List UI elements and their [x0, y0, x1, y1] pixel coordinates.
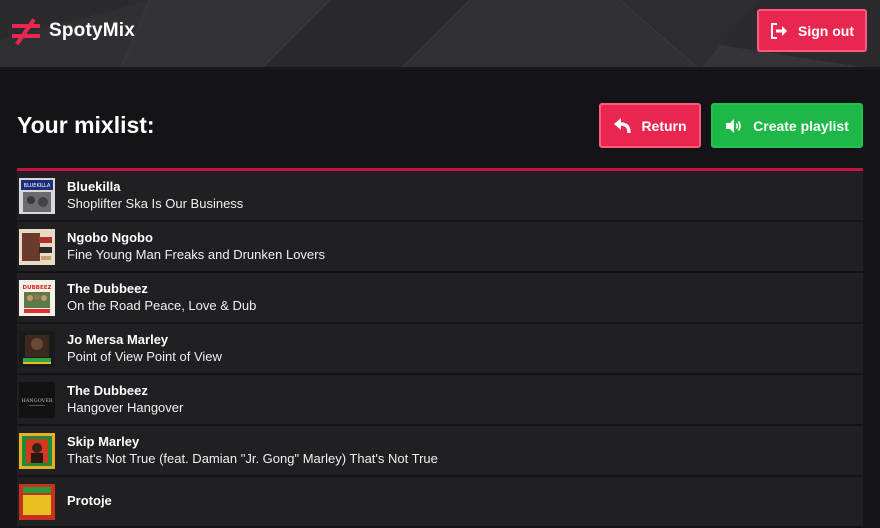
cover-text: BLUEKILLA: [24, 183, 51, 189]
sign-out-label: Sign out: [798, 22, 854, 39]
sign-out-icon: [771, 22, 787, 39]
list-item[interactable]: HANGOVER The Dubbeez Hangover Hangover: [17, 375, 863, 426]
artist-name: The Dubbeez: [67, 281, 148, 296]
album-art-image: BLUEKILLA: [19, 177, 55, 214]
top-header: SpotyMix Sign out: [0, 0, 880, 70]
track-title: Hangover Hangover: [67, 400, 184, 415]
cover-text: DUBBEEZ: [23, 285, 52, 291]
album-cover: [19, 228, 55, 265]
album-art-image: [19, 330, 55, 367]
artist-name: Jo Mersa Marley: [67, 332, 169, 347]
track-title: Fine Young Man Freaks and Drunken Lovers: [67, 247, 325, 262]
list-item[interactable]: Protoje: [17, 477, 863, 528]
artist-name: Ngobo Ngobo: [67, 230, 153, 245]
track-list: BLUEKILLA Bluekilla Shoplifter Ska Is Ou…: [17, 168, 863, 528]
album-cover: [19, 432, 55, 469]
album-art-image: [19, 432, 55, 469]
create-playlist-button[interactable]: Create playlist: [711, 103, 863, 148]
list-item[interactable]: BLUEKILLA Bluekilla Shoplifter Ska Is Ou…: [17, 171, 863, 222]
list-item[interactable]: Ngobo Ngobo Fine Young Man Freaks and Dr…: [17, 222, 863, 273]
volume-icon: [726, 118, 741, 133]
album-cover: [19, 483, 55, 520]
page-title: Your mixlist:: [17, 112, 155, 138]
track-title: That's Not True (feat. Damian "Jr. Gong"…: [67, 451, 438, 466]
album-cover: HANGOVER: [19, 381, 55, 418]
return-button[interactable]: Return: [599, 103, 701, 148]
artist-name: Protoje: [67, 493, 112, 508]
album-cover: DUBBEEZ: [19, 279, 55, 316]
album-art-image: [19, 228, 55, 265]
artist-name: The Dubbeez: [67, 383, 148, 398]
create-playlist-label: Create playlist: [753, 117, 849, 134]
app-logo[interactable]: SpotyMix: [12, 17, 135, 45]
album-cover: BLUEKILLA: [19, 177, 55, 214]
album-art-image: HANGOVER: [19, 381, 55, 418]
cover-text: HANGOVER: [21, 398, 53, 404]
list-item[interactable]: Jo Mersa Marley Point of View Point of V…: [17, 324, 863, 375]
track-title: Shoplifter Ska Is Our Business: [67, 196, 244, 211]
artist-name: Bluekilla: [67, 179, 121, 194]
reply-arrow-icon: [614, 117, 632, 133]
track-title: Point of View Point of View: [67, 349, 222, 364]
app-name: SpotyMix: [49, 20, 136, 41]
album-art-image: [19, 483, 55, 520]
sign-out-button[interactable]: Sign out: [757, 9, 867, 52]
not-equal-logo-icon: [12, 18, 40, 45]
list-item[interactable]: DUBBEEZ The Dubbeez On the Road Peace, L…: [17, 273, 863, 324]
artist-name: Skip Marley: [67, 434, 140, 449]
list-item[interactable]: Skip Marley That's Not True (feat. Damia…: [17, 426, 863, 477]
track-title: On the Road Peace, Love & Dub: [67, 298, 257, 313]
album-cover: [19, 330, 55, 367]
album-art-image: DUBBEEZ: [19, 279, 55, 316]
return-label: Return: [641, 117, 687, 134]
